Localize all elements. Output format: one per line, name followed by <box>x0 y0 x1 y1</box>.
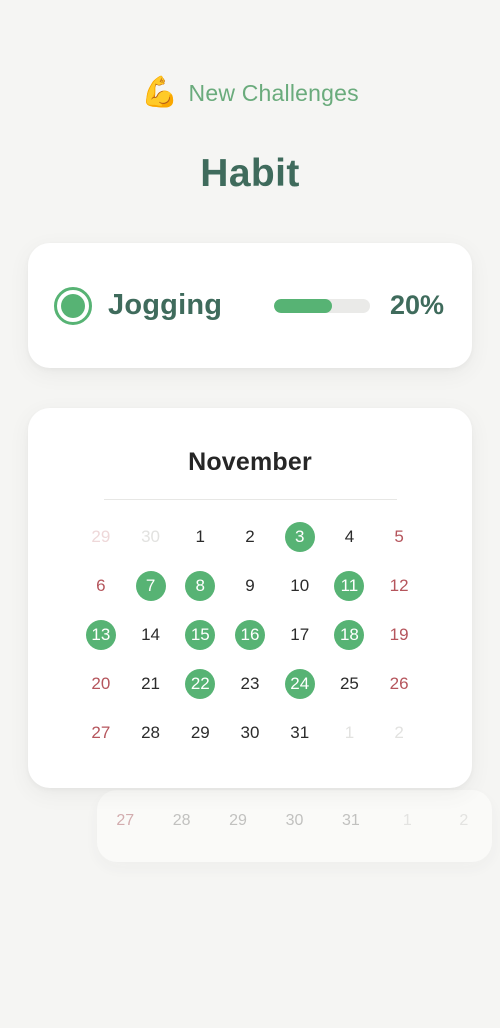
calendar-day[interactable]: 5 <box>374 512 424 561</box>
calendar-day[interactable]: 25 <box>325 659 375 708</box>
calendar-day-number: 9 <box>245 576 255 595</box>
calendar-day[interactable]: 16 <box>225 610 275 659</box>
background-calendar-day: 27 <box>116 812 135 829</box>
calendar-day-number: 19 <box>389 625 409 644</box>
habit-progress-fill <box>273 298 332 313</box>
background-calendar-card: 27 28 29 30 31 1 2 <box>97 790 492 862</box>
calendar-day[interactable]: 30 <box>126 512 176 561</box>
calendar-day-number: 16 <box>234 619 265 650</box>
calendar-day-number: 11 <box>334 570 365 601</box>
calendar-day-number: 31 <box>290 723 310 742</box>
calendar-day-number: 25 <box>339 674 359 693</box>
calendar-day[interactable]: 15 <box>175 610 225 659</box>
calendar-day[interactable]: 27 <box>76 708 126 757</box>
calendar-day[interactable]: 13 <box>76 610 126 659</box>
calendar-day-number: 10 <box>290 576 310 595</box>
calendar-day-number: 7 <box>135 570 166 601</box>
calendar-day-number: 24 <box>284 668 315 699</box>
calendar-day-number: 20 <box>91 674 111 693</box>
page-title: Habit <box>200 152 300 195</box>
calendar-day[interactable]: 10 <box>275 561 325 610</box>
calendar-day[interactable]: 29 <box>175 708 225 757</box>
calendar-day-number: 29 <box>91 527 111 546</box>
calendar-day[interactable]: 9 <box>225 561 275 610</box>
calendar-day[interactable]: 2 <box>225 512 275 561</box>
calendar-day[interactable]: 11 <box>325 561 375 610</box>
calendar-day-number: 5 <box>394 527 404 546</box>
calendar-day-number: 18 <box>334 619 365 650</box>
calendar-day-number: 26 <box>389 674 409 693</box>
calendar-day-number: 13 <box>85 619 116 650</box>
calendar-day-number: 21 <box>141 674 161 693</box>
calendar-day-number: 15 <box>185 619 216 650</box>
calendar-day-number: 17 <box>290 625 310 644</box>
background-calendar-day: 29 <box>229 812 247 829</box>
calendar-day-number: 2 <box>394 723 404 742</box>
radio-selected-icon[interactable] <box>54 286 92 325</box>
app-screen: 💪 New Challenges Habit Jogging 20% 27 28 2… <box>0 0 500 1028</box>
calendar-divider <box>103 499 397 500</box>
calendar-day[interactable]: 30 <box>225 708 275 757</box>
background-calendar-day: 28 <box>172 812 191 829</box>
habit-card[interactable]: Jogging 20% <box>28 243 472 368</box>
calendar-day-number: 1 <box>344 723 355 742</box>
calendar-day[interactable]: 14 <box>126 610 176 659</box>
calendar-day-number: 2 <box>245 527 255 546</box>
calendar-day-number: 23 <box>240 674 260 693</box>
calendar-day[interactable]: 7 <box>126 561 176 610</box>
calendar-day[interactable]: 23 <box>225 659 275 708</box>
calendar-grid: 29 30 1 2 3 4 5 6 7 8 9 10 11 12 13 14 15 16 17 18 19 20 21 22 2… <box>76 512 424 757</box>
calendar-day[interactable]: 18 <box>325 610 375 659</box>
calendar-day[interactable]: 8 <box>175 561 225 610</box>
calendar-day[interactable]: 29 <box>76 512 126 561</box>
calendar-day[interactable]: 31 <box>275 708 325 757</box>
calendar-day[interactable]: 26 <box>374 659 424 708</box>
flexed-biceps-icon: 💪 <box>141 76 179 109</box>
calendar-day-number: 1 <box>195 527 206 546</box>
habit-progress-bar <box>273 298 370 313</box>
radio-dot <box>61 293 85 318</box>
header-title: New Challenges <box>188 79 359 106</box>
calendar-day-number: 8 <box>185 570 216 601</box>
calendar-day-number: 27 <box>91 723 111 742</box>
habit-name: Jogging <box>108 289 223 321</box>
calendar-day[interactable]: 1 <box>175 512 225 561</box>
background-calendar-day: 31 <box>342 812 360 829</box>
calendar-day[interactable]: 28 <box>126 708 176 757</box>
calendar-day[interactable]: 2 <box>374 708 424 757</box>
calendar-day-number: 14 <box>141 625 161 644</box>
calendar-day[interactable]: 12 <box>374 561 424 610</box>
calendar-day[interactable]: 3 <box>275 512 325 561</box>
calendar-day[interactable]: 20 <box>76 659 126 708</box>
calendar-day-number: 29 <box>190 723 210 742</box>
calendar-day[interactable]: 19 <box>374 610 424 659</box>
calendar-day-number: 30 <box>141 527 161 546</box>
background-calendar-day: 30 <box>285 812 304 829</box>
calendar-day[interactable]: 24 <box>275 659 325 708</box>
calendar-day-number: 22 <box>185 668 216 699</box>
calendar-card: November 29 30 1 2 3 4 5 6 7 8 9 10 11 12 13 14 15 16 17 18… <box>28 408 472 788</box>
habit-row: Jogging 20% <box>28 243 472 368</box>
calendar-day[interactable]: 17 <box>275 610 325 659</box>
habit-percent-label: 20% <box>389 290 444 320</box>
calendar-day-number: 30 <box>240 723 260 742</box>
background-calendar-day: 2 <box>459 812 469 829</box>
background-calendar-day: 1 <box>402 812 412 829</box>
calendar-day-number: 3 <box>284 521 315 552</box>
calendar-day[interactable]: 1 <box>325 708 375 757</box>
background-calendar-row: 27 28 29 30 31 1 2 <box>97 790 492 830</box>
calendar-day-number: 12 <box>389 576 409 595</box>
calendar-day[interactable]: 21 <box>126 659 176 708</box>
header: 💪 New Challenges <box>0 78 500 108</box>
calendar-day[interactable]: 4 <box>325 512 375 561</box>
calendar-day-number: 6 <box>96 576 106 595</box>
calendar-day[interactable]: 22 <box>175 659 225 708</box>
calendar-day-number: 28 <box>141 723 161 742</box>
calendar-month-title: November <box>188 448 312 476</box>
calendar-day[interactable]: 6 <box>76 561 126 610</box>
calendar-day-number: 4 <box>344 527 355 546</box>
